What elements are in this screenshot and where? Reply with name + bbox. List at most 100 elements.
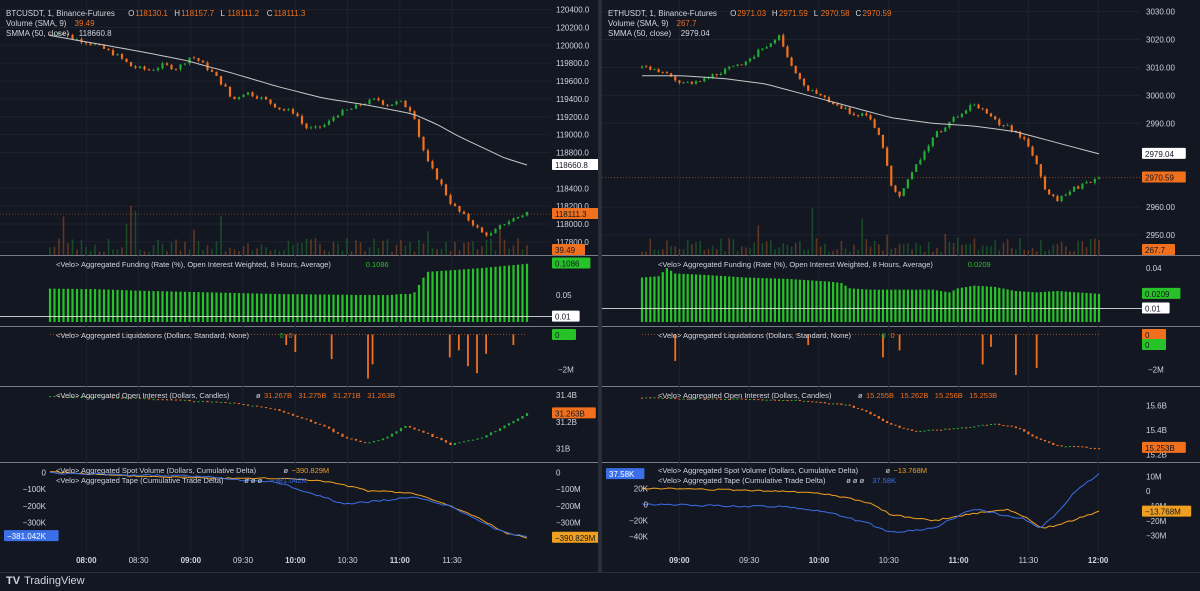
- oi-candle: [1048, 441, 1051, 443]
- funding-bar: [273, 293, 277, 322]
- funding-badge[interactable]: 0.01: [555, 313, 571, 322]
- volume-bar: [472, 241, 474, 255]
- oi-candle: [956, 427, 959, 429]
- oi-candle: [426, 432, 430, 434]
- candle-body: [152, 70, 155, 71]
- tradingview-logo[interactable]: TV TradingView: [6, 575, 85, 587]
- price-axis-tick[interactable]: 120000.0: [556, 41, 590, 50]
- volume-bar: [666, 240, 668, 255]
- price-axis-tick[interactable]: 119800.0: [556, 59, 589, 68]
- time-axis-tick[interactable]: 09:00: [181, 556, 202, 565]
- time-axis-tick[interactable]: 09:00: [669, 556, 690, 565]
- oi-candle: [869, 411, 872, 415]
- funding-bar: [336, 294, 340, 322]
- price-axis-tick[interactable]: 120400.0: [556, 6, 590, 15]
- funding-bar: [296, 294, 299, 322]
- spot-badge[interactable]: −390.829M: [555, 534, 596, 543]
- volume-bar: [521, 249, 524, 255]
- funding-badge[interactable]: 0.1086: [555, 259, 580, 268]
- spot-badge[interactable]: −13.768M: [1145, 508, 1181, 517]
- candle-body: [480, 227, 484, 233]
- price-badge[interactable]: 118111.3: [555, 210, 587, 219]
- volume-bar: [157, 239, 159, 255]
- price-axis-tick[interactable]: 118400.0: [556, 184, 589, 193]
- time-axis-tick[interactable]: 09:30: [739, 556, 760, 565]
- price-badge[interactable]: 2979.04: [1145, 150, 1174, 159]
- oi-candle: [952, 428, 955, 430]
- candle-body: [161, 63, 164, 69]
- price-axis-tick[interactable]: 3000.00: [1146, 91, 1175, 100]
- volume-bar: [919, 245, 922, 255]
- candle-body: [1060, 195, 1063, 202]
- btc-chart-svg[interactable]: 120400.0 120200.0 120000.0 119800.0 119600.0…: [0, 0, 607, 572]
- price-axis-tick[interactable]: 2960.00: [1146, 203, 1175, 212]
- time-axis-tick[interactable]: 10:30: [338, 556, 359, 565]
- eth-chart-svg[interactable]: 3030.00 3020.00 3010.00 3000.00 2990.00 2960.…: [602, 0, 1200, 572]
- oi-candle: [819, 401, 822, 403]
- price-badge[interactable]: 118660.8: [555, 161, 588, 170]
- time-axis-tick[interactable]: 08:30: [129, 556, 150, 565]
- liq-bar: [294, 334, 297, 353]
- liq-badge[interactable]: 0: [1145, 331, 1150, 340]
- time-axis-tick[interactable]: 11:30: [1019, 556, 1039, 565]
- time-axis-tick[interactable]: 11:00: [390, 556, 411, 565]
- funding-bar: [807, 280, 810, 322]
- time-axis-tick[interactable]: 10:30: [879, 556, 900, 565]
- price-axis-tick[interactable]: 119400.0: [556, 95, 589, 104]
- oi-candle: [1093, 448, 1096, 450]
- candle-body: [748, 58, 752, 62]
- price-axis-tick[interactable]: 3010.00: [1146, 63, 1175, 72]
- price-badge[interactable]: 2970.59: [1145, 174, 1174, 183]
- volume-bar: [728, 238, 731, 255]
- funding-bar: [881, 289, 885, 322]
- oi-badge[interactable]: 15.253B: [1145, 444, 1175, 453]
- price-axis-tick[interactable]: 118800.0: [556, 149, 589, 158]
- volume-bar: [368, 247, 371, 255]
- oi-badge[interactable]: 31.263B: [555, 409, 585, 418]
- price-axis-tick[interactable]: 3020.00: [1146, 36, 1175, 45]
- time-axis-tick[interactable]: 10:00: [809, 556, 830, 565]
- price-axis-tick[interactable]: 120200.0: [556, 23, 590, 32]
- oi-candle: [192, 401, 196, 403]
- candle-body: [1097, 177, 1101, 179]
- volume-bar: [215, 241, 218, 255]
- price-axis-tick[interactable]: 2990.00: [1146, 119, 1175, 128]
- oi-candle: [832, 403, 835, 405]
- funding-bar: [93, 289, 97, 322]
- price-axis-tick[interactable]: 119200.0: [556, 113, 589, 122]
- time-axis-tick[interactable]: 10:00: [285, 556, 306, 565]
- liq-badge[interactable]: 0: [555, 331, 560, 340]
- funding-bar: [964, 286, 968, 322]
- time-axis-tick[interactable]: 09:30: [233, 556, 254, 565]
- oi-candle: [408, 425, 412, 428]
- price-axis-tick[interactable]: 118000.0: [556, 220, 589, 229]
- price-axis-tick[interactable]: 2950.00: [1146, 231, 1175, 240]
- time-axis-tick[interactable]: 12:00: [1088, 556, 1109, 565]
- tape-badge[interactable]: −381.042K: [7, 532, 47, 541]
- candle-body: [516, 216, 520, 219]
- funding-badge[interactable]: 0.01: [1145, 305, 1161, 314]
- time-axis-tick[interactable]: 11:30: [442, 556, 462, 565]
- time-axis-tick[interactable]: 11:00: [949, 556, 970, 565]
- funding-badge[interactable]: 0.0209: [1145, 290, 1170, 299]
- oi-candle: [417, 429, 421, 431]
- oi-ohlc-value: 15.253B: [969, 391, 997, 400]
- funding-bar: [237, 293, 241, 322]
- volume-badge[interactable]: 267.7: [1145, 246, 1166, 255]
- price-axis-tick[interactable]: 119600.0: [556, 77, 589, 86]
- candle-body: [1068, 191, 1072, 195]
- candle-body: [848, 107, 851, 114]
- volume-bar: [112, 249, 114, 255]
- time-axis-tick[interactable]: 08:00: [76, 556, 97, 565]
- candle-body: [919, 159, 922, 165]
- eth-chart-panel[interactable]: 3030.00 3020.00 3010.00 3000.00 2990.00 2960.…: [602, 0, 1200, 572]
- tape-badge[interactable]: 37.58K: [609, 470, 635, 479]
- volume-badge[interactable]: 39.49: [555, 246, 576, 255]
- oi-candle: [856, 407, 860, 409]
- liq-badge[interactable]: 0: [1145, 341, 1150, 350]
- candle-body: [296, 113, 299, 116]
- funding-bar: [981, 286, 984, 322]
- btc-chart-panel[interactable]: 120400.0 120200.0 120000.0 119800.0 119600.0…: [0, 0, 607, 572]
- price-axis-tick[interactable]: 3030.00: [1146, 8, 1175, 17]
- price-axis-tick[interactable]: 119000.0: [556, 131, 589, 140]
